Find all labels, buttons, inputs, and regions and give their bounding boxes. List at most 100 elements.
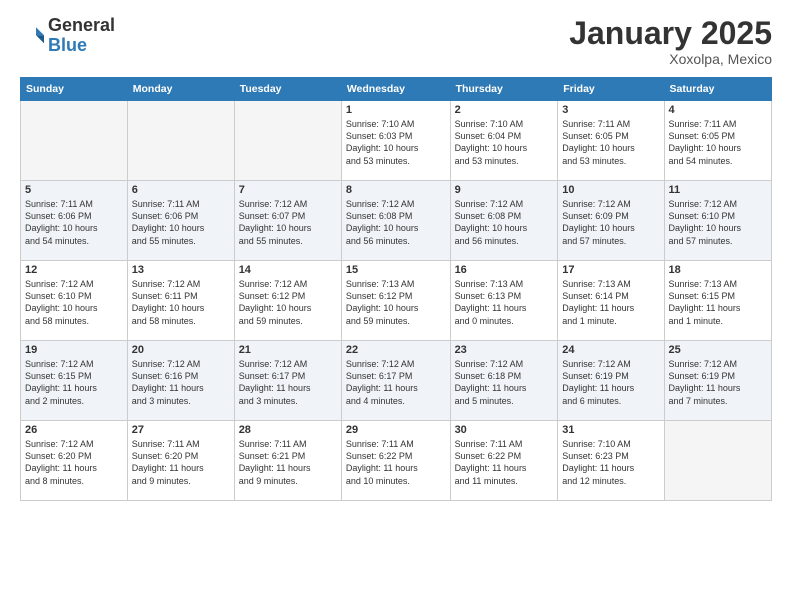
day-info: Sunrise: 7:12 AM Sunset: 6:16 PM Dayligh… (132, 358, 230, 407)
calendar-week-row: 26 Sunrise: 7:12 AM Sunset: 6:20 PM Dayli… (21, 421, 772, 501)
day-info: Sunrise: 7:12 AM Sunset: 6:15 PM Dayligh… (25, 358, 123, 407)
col-tuesday: Tuesday (234, 78, 341, 101)
header: General Blue January 2025 Xoxolpa, Mexic… (20, 16, 772, 67)
day-info: Sunrise: 7:13 AM Sunset: 6:14 PM Dayligh… (562, 278, 659, 327)
table-row: 14 Sunrise: 7:12 AM Sunset: 6:12 PM Dayli… (234, 261, 341, 341)
col-sunday: Sunday (21, 78, 128, 101)
day-number: 17 (562, 264, 659, 276)
day-number: 28 (239, 424, 337, 436)
day-info: Sunrise: 7:12 AM Sunset: 6:19 PM Dayligh… (669, 358, 767, 407)
day-number: 13 (132, 264, 230, 276)
day-info: Sunrise: 7:11 AM Sunset: 6:22 PM Dayligh… (455, 438, 554, 487)
table-row: 24 Sunrise: 7:12 AM Sunset: 6:19 PM Dayli… (558, 341, 664, 421)
day-info: Sunrise: 7:11 AM Sunset: 6:21 PM Dayligh… (239, 438, 337, 487)
table-row: 23 Sunrise: 7:12 AM Sunset: 6:18 PM Dayli… (450, 341, 558, 421)
col-saturday: Saturday (664, 78, 771, 101)
day-info: Sunrise: 7:11 AM Sunset: 6:06 PM Dayligh… (132, 198, 230, 247)
day-number: 5 (25, 184, 123, 196)
table-row: 12 Sunrise: 7:12 AM Sunset: 6:10 PM Dayli… (21, 261, 128, 341)
table-row: 19 Sunrise: 7:12 AM Sunset: 6:15 PM Dayli… (21, 341, 128, 421)
calendar-week-row: 19 Sunrise: 7:12 AM Sunset: 6:15 PM Dayli… (21, 341, 772, 421)
col-monday: Monday (127, 78, 234, 101)
day-info: Sunrise: 7:13 AM Sunset: 6:13 PM Dayligh… (455, 278, 554, 327)
logo-text: General Blue (48, 16, 115, 56)
day-number: 11 (669, 184, 767, 196)
table-row: 26 Sunrise: 7:12 AM Sunset: 6:20 PM Dayli… (21, 421, 128, 501)
table-row: 18 Sunrise: 7:13 AM Sunset: 6:15 PM Dayli… (664, 261, 771, 341)
day-info: Sunrise: 7:12 AM Sunset: 6:08 PM Dayligh… (455, 198, 554, 247)
table-row: 7Sunrise: 7:12 AM Sunset: 6:07 PM Daylig… (234, 181, 341, 261)
table-row (234, 101, 341, 181)
table-row: 28 Sunrise: 7:11 AM Sunset: 6:21 PM Dayli… (234, 421, 341, 501)
day-number: 4 (669, 104, 767, 116)
day-info: Sunrise: 7:12 AM Sunset: 6:11 PM Dayligh… (132, 278, 230, 327)
table-row: 11 Sunrise: 7:12 AM Sunset: 6:10 PM Dayli… (664, 181, 771, 261)
table-row: 30 Sunrise: 7:11 AM Sunset: 6:22 PM Dayli… (450, 421, 558, 501)
day-number: 21 (239, 344, 337, 356)
day-info: Sunrise: 7:12 AM Sunset: 6:10 PM Dayligh… (669, 198, 767, 247)
table-row: 21Sunrise: 7:12 AM Sunset: 6:17 PM Dayli… (234, 341, 341, 421)
day-number: 14 (239, 264, 337, 276)
title-block: January 2025 Xoxolpa, Mexico (569, 16, 772, 67)
col-thursday: Thursday (450, 78, 558, 101)
day-number: 2 (455, 104, 554, 116)
calendar-week-row: 12 Sunrise: 7:12 AM Sunset: 6:10 PM Dayli… (21, 261, 772, 341)
day-info: Sunrise: 7:12 AM Sunset: 6:18 PM Dayligh… (455, 358, 554, 407)
table-row: 25Sunrise: 7:12 AM Sunset: 6:19 PM Dayli… (664, 341, 771, 421)
day-number: 6 (132, 184, 230, 196)
day-info: Sunrise: 7:12 AM Sunset: 6:08 PM Dayligh… (346, 198, 446, 247)
logo-icon (20, 24, 44, 48)
day-number: 8 (346, 184, 446, 196)
day-number: 19 (25, 344, 123, 356)
table-row: 9Sunrise: 7:12 AM Sunset: 6:08 PM Daylig… (450, 181, 558, 261)
day-info: Sunrise: 7:12 AM Sunset: 6:19 PM Dayligh… (562, 358, 659, 407)
table-row: 17 Sunrise: 7:13 AM Sunset: 6:14 PM Dayli… (558, 261, 664, 341)
day-number: 30 (455, 424, 554, 436)
table-row: 6 Sunrise: 7:11 AM Sunset: 6:06 PM Daylig… (127, 181, 234, 261)
day-info: Sunrise: 7:12 AM Sunset: 6:10 PM Dayligh… (25, 278, 123, 327)
day-info: Sunrise: 7:12 AM Sunset: 6:17 PM Dayligh… (346, 358, 446, 407)
table-row: 5 Sunrise: 7:11 AM Sunset: 6:06 PM Daylig… (21, 181, 128, 261)
day-number: 31 (562, 424, 659, 436)
table-row: 8 Sunrise: 7:12 AM Sunset: 6:08 PM Daylig… (341, 181, 450, 261)
table-row: 22Sunrise: 7:12 AM Sunset: 6:17 PM Dayli… (341, 341, 450, 421)
logo-blue: Blue (48, 35, 87, 55)
logo: General Blue (20, 16, 115, 56)
table-row: 29Sunrise: 7:11 AM Sunset: 6:22 PM Dayli… (341, 421, 450, 501)
day-number: 24 (562, 344, 659, 356)
day-info: Sunrise: 7:11 AM Sunset: 6:05 PM Dayligh… (562, 118, 659, 167)
calendar-week-row: 5 Sunrise: 7:11 AM Sunset: 6:06 PM Daylig… (21, 181, 772, 261)
day-number: 15 (346, 264, 446, 276)
day-info: Sunrise: 7:13 AM Sunset: 6:12 PM Dayligh… (346, 278, 446, 327)
table-row: 27 Sunrise: 7:11 AM Sunset: 6:20 PM Dayli… (127, 421, 234, 501)
day-info: Sunrise: 7:10 AM Sunset: 6:23 PM Dayligh… (562, 438, 659, 487)
table-row (21, 101, 128, 181)
day-info: Sunrise: 7:11 AM Sunset: 6:22 PM Dayligh… (346, 438, 446, 487)
table-row: 3Sunrise: 7:11 AM Sunset: 6:05 PM Daylig… (558, 101, 664, 181)
day-number: 12 (25, 264, 123, 276)
day-number: 26 (25, 424, 123, 436)
day-info: Sunrise: 7:13 AM Sunset: 6:15 PM Dayligh… (669, 278, 767, 327)
day-info: Sunrise: 7:10 AM Sunset: 6:04 PM Dayligh… (455, 118, 554, 167)
calendar-subtitle: Xoxolpa, Mexico (569, 51, 772, 67)
table-row (127, 101, 234, 181)
day-info: Sunrise: 7:12 AM Sunset: 6:12 PM Dayligh… (239, 278, 337, 327)
calendar-header-row: Sunday Monday Tuesday Wednesday Thursday… (21, 78, 772, 101)
day-info: Sunrise: 7:11 AM Sunset: 6:05 PM Dayligh… (669, 118, 767, 167)
calendar-table: Sunday Monday Tuesday Wednesday Thursday… (20, 77, 772, 501)
calendar-week-row: 1Sunrise: 7:10 AM Sunset: 6:03 PM Daylig… (21, 101, 772, 181)
day-number: 7 (239, 184, 337, 196)
day-info: Sunrise: 7:11 AM Sunset: 6:20 PM Dayligh… (132, 438, 230, 487)
day-number: 23 (455, 344, 554, 356)
col-wednesday: Wednesday (341, 78, 450, 101)
day-info: Sunrise: 7:12 AM Sunset: 6:20 PM Dayligh… (25, 438, 123, 487)
col-friday: Friday (558, 78, 664, 101)
table-row (664, 421, 771, 501)
page: General Blue January 2025 Xoxolpa, Mexic… (0, 0, 792, 612)
day-info: Sunrise: 7:12 AM Sunset: 6:09 PM Dayligh… (562, 198, 659, 247)
table-row: 1Sunrise: 7:10 AM Sunset: 6:03 PM Daylig… (341, 101, 450, 181)
day-number: 27 (132, 424, 230, 436)
day-number: 18 (669, 264, 767, 276)
table-row: 10Sunrise: 7:12 AM Sunset: 6:09 PM Dayli… (558, 181, 664, 261)
day-info: Sunrise: 7:11 AM Sunset: 6:06 PM Dayligh… (25, 198, 123, 247)
